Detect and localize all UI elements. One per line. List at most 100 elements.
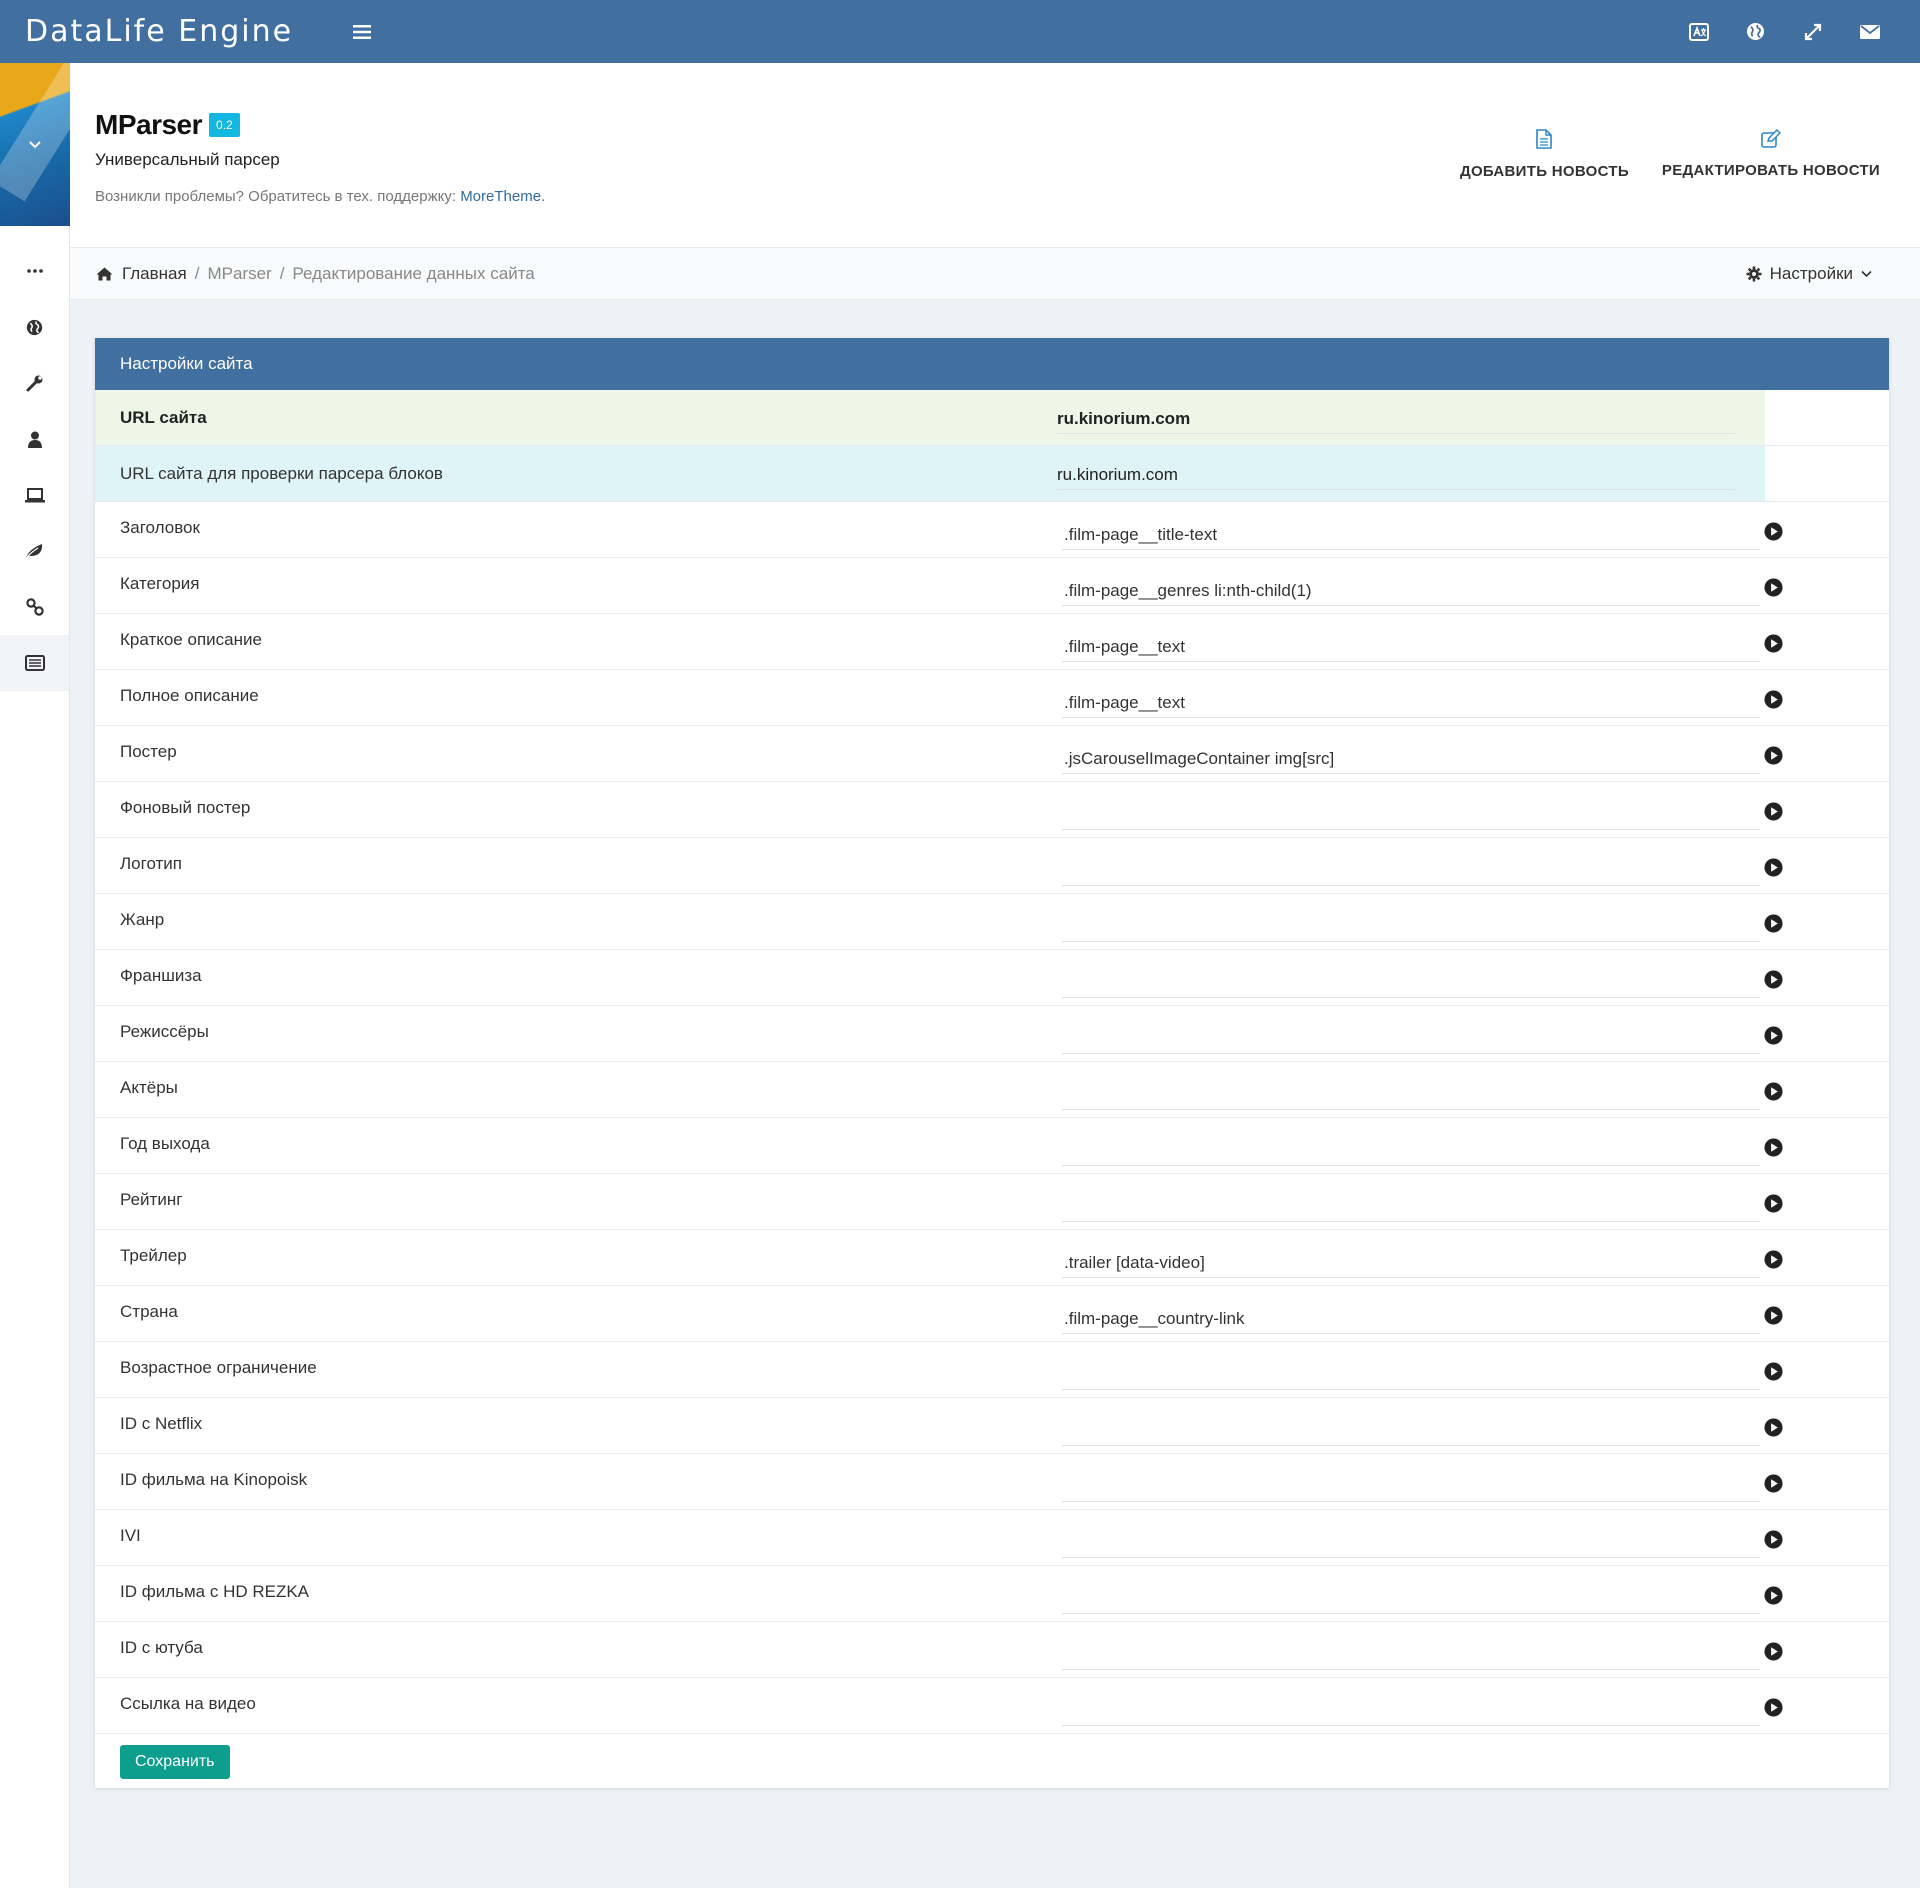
- sidebar-item-templates[interactable]: [0, 467, 69, 523]
- field-label: IVI: [120, 1526, 141, 1545]
- settings-dropdown[interactable]: Настройки: [1746, 264, 1872, 284]
- field-label: Полное описание: [120, 686, 259, 705]
- card-footer: Сохранить: [95, 1734, 1889, 1790]
- field-label: Рейтинг: [120, 1190, 183, 1209]
- selector-input[interactable]: [1062, 1080, 1760, 1110]
- field-label: ID фильма на Kinopoisk: [120, 1470, 308, 1489]
- selector-input[interactable]: [1062, 1304, 1760, 1334]
- selector-input[interactable]: [1062, 1528, 1760, 1558]
- play-circle-icon[interactable]: [1764, 1530, 1783, 1549]
- selector-input[interactable]: [1062, 856, 1760, 886]
- field-label: Жанр: [120, 910, 165, 929]
- sidebar: [0, 63, 70, 1888]
- settings-label: Настройки: [1769, 263, 1853, 283]
- selector-input[interactable]: [1062, 1584, 1760, 1614]
- play-circle-icon[interactable]: [1764, 1586, 1783, 1605]
- site-url-field[interactable]: [1057, 404, 1735, 434]
- wrench-icon: [26, 375, 42, 392]
- field-row: Франшиза: [95, 950, 1889, 1006]
- play-circle-icon[interactable]: [1764, 578, 1783, 597]
- play-circle-icon[interactable]: [1764, 802, 1783, 821]
- play-circle-icon[interactable]: [1764, 1306, 1783, 1325]
- selector-input[interactable]: [1062, 1360, 1760, 1390]
- sidebar-item-modules[interactable]: [0, 635, 69, 691]
- field-row: Логотип: [95, 838, 1889, 894]
- play-circle-icon[interactable]: [1764, 634, 1783, 653]
- selector-input[interactable]: [1062, 1192, 1760, 1222]
- brand-logo[interactable]: DataLife Engine: [0, 14, 330, 49]
- play-circle-icon[interactable]: [1764, 1194, 1783, 1213]
- play-circle-icon[interactable]: [1764, 1418, 1783, 1437]
- play-circle-icon[interactable]: [1764, 1082, 1783, 1101]
- sidebar-item-tools[interactable]: [0, 355, 69, 411]
- play-circle-icon[interactable]: [1764, 1026, 1783, 1045]
- field-row: Режиссёры: [95, 1006, 1889, 1062]
- selector-input[interactable]: [1062, 800, 1760, 830]
- field-label: Трейлер: [120, 1246, 187, 1265]
- selector-input[interactable]: [1062, 1024, 1760, 1054]
- check-url-row: URL сайта для проверки парсера блоков: [95, 446, 1889, 502]
- sidebar-item-links[interactable]: [0, 579, 69, 635]
- play-circle-icon[interactable]: [1764, 970, 1783, 989]
- leaf-icon: [26, 544, 43, 558]
- play-circle-icon[interactable]: [1764, 1362, 1783, 1381]
- sidebar-item-plugins[interactable]: [0, 523, 69, 579]
- selector-input[interactable]: [1062, 968, 1760, 998]
- sidebar-user-banner[interactable]: [0, 63, 70, 226]
- edit-icon: [1761, 129, 1781, 148]
- add-news-button[interactable]: ДОБАВИТЬ НОВОСТЬ: [1460, 129, 1629, 180]
- home-icon: [96, 267, 113, 280]
- field-label: Заголовок: [120, 518, 200, 537]
- play-circle-icon[interactable]: [1764, 1698, 1783, 1717]
- site-button[interactable]: [1727, 0, 1784, 63]
- breadcrumb-mparser[interactable]: MParser: [207, 264, 271, 284]
- selector-input[interactable]: [1062, 1416, 1760, 1446]
- envelope-icon: [1859, 24, 1880, 39]
- fullscreen-button[interactable]: [1784, 0, 1841, 63]
- sidebar-item-site[interactable]: [0, 299, 69, 355]
- play-circle-icon[interactable]: [1764, 858, 1783, 877]
- play-circle-icon[interactable]: [1764, 1474, 1783, 1493]
- sidebar-item-more[interactable]: [0, 243, 69, 299]
- edit-news-button[interactable]: РЕДАКТИРОВАТЬ НОВОСТИ: [1662, 129, 1880, 180]
- play-circle-icon[interactable]: [1764, 522, 1783, 541]
- play-circle-icon[interactable]: [1764, 914, 1783, 933]
- language-button[interactable]: [1670, 0, 1727, 63]
- selector-input[interactable]: [1062, 1248, 1760, 1278]
- play-circle-icon[interactable]: [1764, 746, 1783, 765]
- selector-input[interactable]: [1062, 632, 1760, 662]
- globe-icon: [26, 319, 43, 335]
- check-url-field[interactable]: [1057, 460, 1735, 490]
- expand-icon: [1804, 23, 1821, 40]
- selector-input[interactable]: [1062, 744, 1760, 774]
- user-icon: [27, 431, 42, 448]
- play-circle-icon[interactable]: [1764, 1642, 1783, 1661]
- messages-button[interactable]: [1841, 0, 1898, 63]
- field-label: Категория: [120, 574, 200, 593]
- selector-input[interactable]: [1062, 1696, 1760, 1726]
- field-row: Краткое описание: [95, 614, 1889, 670]
- selector-input[interactable]: [1062, 1136, 1760, 1166]
- selector-input[interactable]: [1062, 912, 1760, 942]
- breadcrumb-home[interactable]: Главная: [122, 264, 187, 284]
- selector-input[interactable]: [1062, 576, 1760, 606]
- selector-input[interactable]: [1062, 688, 1760, 718]
- save-button[interactable]: Сохранить: [120, 1745, 230, 1779]
- chevron-down-icon: [1861, 270, 1872, 277]
- edit-news-label: РЕДАКТИРОВАТЬ НОВОСТИ: [1661, 162, 1880, 179]
- version-badge: 0.2: [209, 113, 240, 137]
- play-circle-icon[interactable]: [1764, 1138, 1783, 1157]
- field-row: ID фильма с HD REZKA: [95, 1566, 1889, 1622]
- sidebar-item-users[interactable]: [0, 411, 69, 467]
- list-icon: [24, 655, 45, 671]
- selector-input[interactable]: [1062, 1640, 1760, 1670]
- page-subtitle: Универсальный парсер: [95, 150, 280, 169]
- play-circle-icon[interactable]: [1764, 690, 1783, 709]
- menu-toggle-button[interactable]: [340, 12, 384, 52]
- play-circle-icon[interactable]: [1764, 1250, 1783, 1269]
- page-title: MParser: [95, 109, 203, 140]
- header-actions: ДОБАВИТЬ НОВОСТЬ РЕДАКТИРОВАТЬ НОВОСТИ: [1460, 129, 1880, 180]
- selector-input[interactable]: [1062, 1472, 1760, 1502]
- selector-input[interactable]: [1062, 520, 1760, 550]
- support-link[interactable]: MoreTheme.: [460, 188, 545, 205]
